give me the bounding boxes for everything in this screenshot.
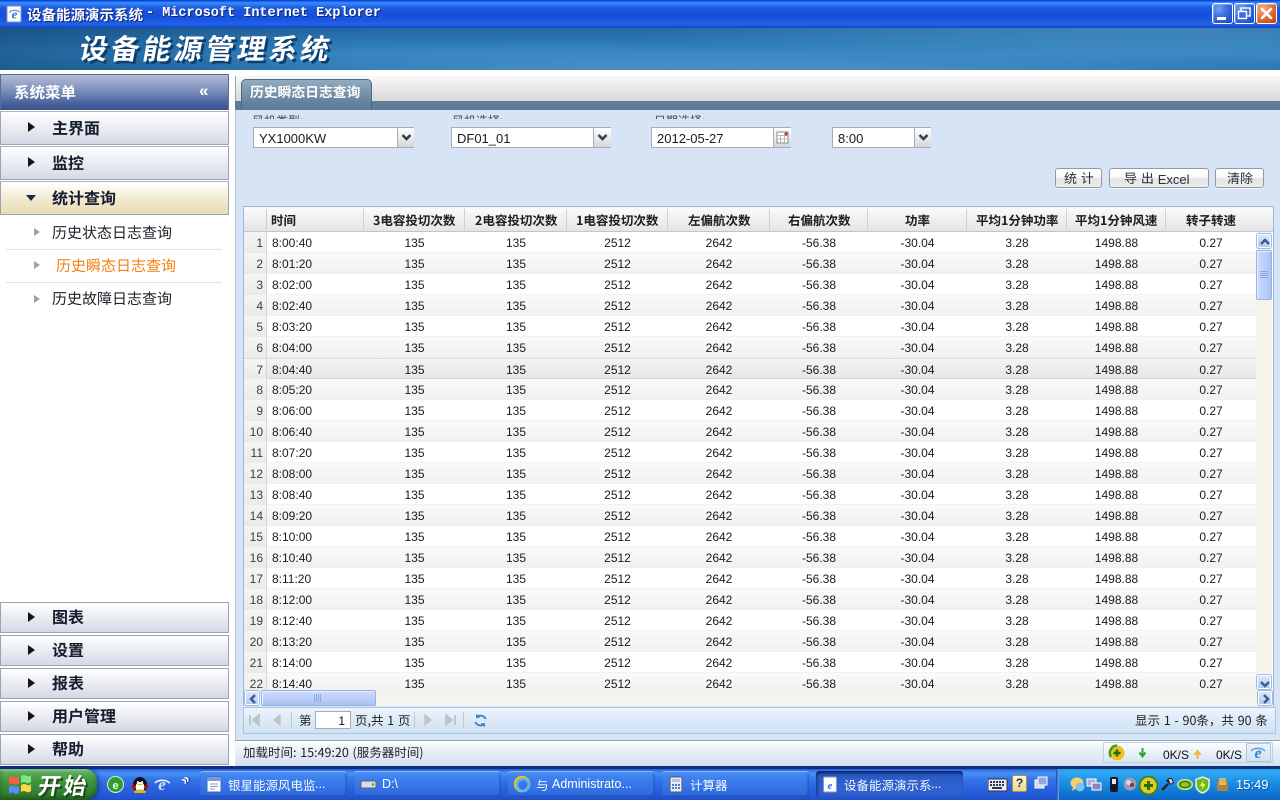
svg-text:e: e <box>828 780 833 792</box>
svg-text:e: e <box>1254 745 1261 762</box>
svg-text:e: e <box>112 780 118 792</box>
svg-text:e: e <box>158 775 166 793</box>
svg-text:e: e <box>12 7 18 22</box>
